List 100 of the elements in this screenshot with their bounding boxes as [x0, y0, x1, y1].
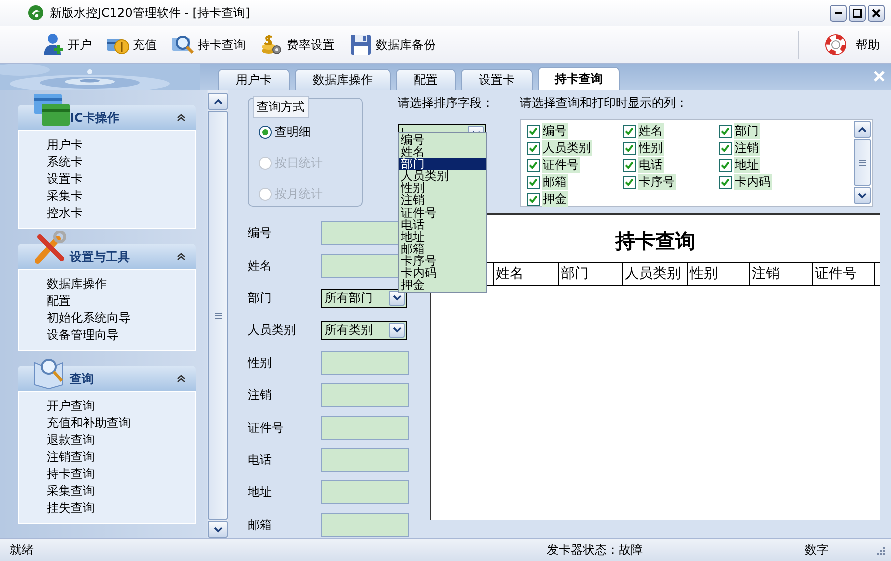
status-text: 发卡器状态：故障: [547, 542, 643, 559]
scroll-down-button[interactable]: [208, 521, 228, 538]
sidebar-item[interactable]: 初始化系统向导: [47, 310, 131, 327]
window-title: 新版水控JC120管理软件 - [持卡查询]: [50, 5, 250, 22]
dropdown-option[interactable]: 卡序号: [399, 254, 486, 268]
dropdown-option[interactable]: 电话: [399, 218, 486, 231]
input-field[interactable]: [321, 350, 409, 375]
field-label: 姓名: [248, 258, 273, 275]
column-header: 注销: [750, 262, 812, 286]
sidebar-item[interactable]: 配置: [47, 293, 71, 310]
toolbar-button[interactable]: 数据库备份: [346, 30, 439, 58]
floppy-icon: [349, 32, 373, 56]
chevron-down-icon: [858, 192, 867, 198]
dropdown-option[interactable]: 人员类别: [399, 170, 486, 182]
chevron-up-icon: [214, 98, 222, 104]
dropdown-option[interactable]: 邮箱: [399, 242, 486, 255]
select-field[interactable]: 所有类别: [321, 320, 407, 340]
tools-icon: [32, 231, 68, 267]
close-button[interactable]: [868, 4, 885, 22]
radio-dot-icon: [262, 128, 269, 136]
dropdown-option[interactable]: 编号: [399, 134, 486, 146]
scroll-thumb[interactable]: [854, 139, 871, 186]
user-add-icon: [41, 32, 65, 56]
dropdown-option[interactable]: 卡内码: [399, 267, 486, 280]
field-label: 请选择排序字段：: [398, 95, 494, 112]
sidebar-item[interactable]: 数据库操作: [47, 276, 107, 293]
toolbar-button[interactable]: 开户: [38, 30, 95, 58]
radio-button[interactable]: 查明细: [259, 123, 323, 141]
scroll-down-button[interactable]: [854, 187, 871, 204]
resize-grip-icon: [875, 545, 885, 555]
grip-icon: [859, 160, 866, 166]
sidebar-item[interactable]: 开户查询: [47, 398, 95, 415]
input-field[interactable]: [321, 480, 409, 504]
group-title: 查询方式: [253, 96, 309, 118]
dropdown-option[interactable]: 性别: [399, 182, 486, 194]
dropdown-option[interactable]: 部门: [399, 158, 486, 170]
status-text: 就绪: [10, 542, 34, 559]
tab[interactable]: 设置卡: [461, 69, 533, 90]
dropdown-option[interactable]: 证件号: [399, 206, 486, 219]
dropdown-option[interactable]: 地址: [399, 230, 486, 243]
maximize-button[interactable]: [849, 4, 866, 22]
tab[interactable]: 配置: [396, 69, 456, 90]
chevron-up-icon[interactable]: [177, 374, 186, 382]
minimize-button[interactable]: [830, 4, 847, 22]
close-icon: [873, 70, 886, 83]
logo-icon: [28, 5, 44, 21]
minimize-icon: [835, 12, 842, 14]
column-header: 性别: [688, 262, 750, 286]
chevron-up-icon[interactable]: [177, 252, 186, 260]
chevron-down-icon: [214, 526, 222, 532]
sidebar-item[interactable]: 注销查询: [47, 449, 95, 466]
panel-title[interactable]: 查询: [70, 370, 94, 388]
column-header: 姓名: [494, 262, 558, 286]
sidebar-item[interactable]: 系统卡: [47, 154, 83, 171]
scroll-up-button[interactable]: [854, 121, 871, 138]
scroll-thumb[interactable]: [208, 111, 228, 520]
input-field[interactable]: [321, 512, 409, 537]
report-title: 持卡查询: [616, 228, 696, 254]
chevron-up-icon: [858, 126, 867, 132]
sidebar-item[interactable]: 退款查询: [47, 432, 95, 449]
input-field[interactable]: [321, 416, 409, 440]
coin-gear-icon: [260, 32, 284, 56]
field-label: 部门: [248, 290, 273, 308]
tab[interactable]: 数据库操作: [295, 69, 391, 90]
tab[interactable]: 用户卡: [218, 69, 290, 90]
column-header: 人员类别: [622, 262, 688, 286]
scroll-up-button[interactable]: [208, 93, 228, 110]
sidebar-item[interactable]: 控水卡: [47, 205, 83, 222]
tab[interactable]: 持卡查询: [538, 67, 620, 90]
field-label: 请选择查询和打印时显示的列：: [520, 95, 689, 112]
toolbar-button[interactable]: 充值: [103, 30, 160, 58]
dropdown-option[interactable]: 姓名: [399, 146, 486, 158]
help-button[interactable]: 帮助: [821, 30, 883, 58]
chevron-up-icon[interactable]: [177, 114, 186, 122]
field-label: 性别: [248, 354, 273, 372]
panel-title[interactable]: 设置与工具: [70, 248, 130, 266]
sidebar-item[interactable]: 采集卡: [47, 188, 83, 205]
sidebar-item[interactable]: 采集查询: [47, 483, 95, 500]
field-label: 电话: [248, 452, 273, 470]
sidebar-item[interactable]: 持卡查询: [47, 466, 95, 483]
toolbar-button[interactable]: 费率设置: [257, 30, 338, 58]
sidebar-item[interactable]: 充值和补助查询: [47, 415, 131, 432]
sidebar-item[interactable]: 设置卡: [47, 171, 83, 188]
sidebar-item[interactable]: 用户卡: [47, 137, 83, 154]
dropdown-option[interactable]: 押金: [399, 279, 486, 292]
status-text: 数字: [805, 542, 829, 559]
field-label: 注销: [248, 387, 273, 404]
field-label: 地址: [248, 484, 273, 502]
dropdown-option[interactable]: 注销: [399, 194, 486, 207]
sidebar-item[interactable]: 设备管理向导: [47, 327, 119, 344]
close-icon: [872, 8, 881, 18]
field-label: 编号: [248, 225, 273, 242]
input-field[interactable]: [321, 383, 409, 408]
field-label: 邮箱: [248, 516, 273, 534]
toolbar-button[interactable]: 持卡查询: [168, 30, 249, 58]
panel-title[interactable]: IC卡操作: [70, 108, 120, 126]
sidebar-item[interactable]: 挂失查询: [47, 500, 95, 517]
card-icon: [32, 92, 72, 128]
column-header: 证件号: [812, 262, 874, 286]
input-field[interactable]: [321, 448, 409, 472]
